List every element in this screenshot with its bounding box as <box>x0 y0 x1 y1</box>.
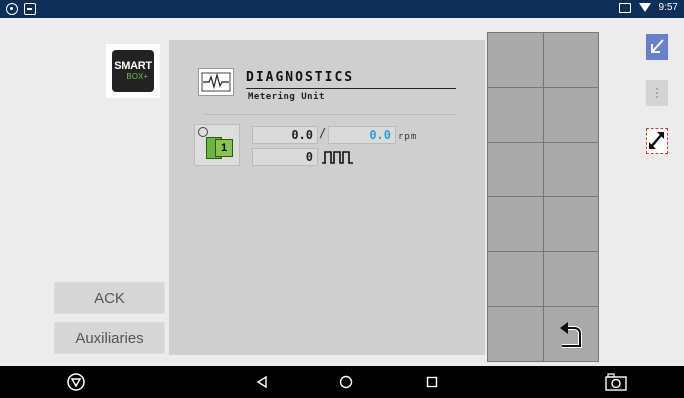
power-button[interactable] <box>64 366 88 398</box>
smartbox-logo: SMART BOX+ <box>106 44 160 98</box>
nav-home-icon <box>339 375 353 389</box>
rpm-unit: rpm <box>398 132 418 142</box>
unit-number: 1 <box>215 139 233 157</box>
softkey[interactable] <box>543 197 598 252</box>
nav-home-button[interactable] <box>336 366 356 398</box>
back-softkey[interactable] <box>543 307 598 361</box>
softkey[interactable] <box>543 252 598 307</box>
back-return-icon <box>559 322 582 349</box>
page-title: DIAGNOSTICS <box>246 70 355 85</box>
ack-button[interactable]: ACK <box>54 282 165 314</box>
softkey[interactable] <box>543 33 598 87</box>
softkey-grid <box>487 32 599 362</box>
rpm-separator: / <box>319 126 327 140</box>
softkey[interactable] <box>488 197 543 252</box>
actual-rpm-value: 0.0 <box>252 126 318 144</box>
nav-back-button[interactable] <box>252 366 272 398</box>
wifi-icon <box>638 3 651 12</box>
softkey[interactable] <box>488 87 543 142</box>
screenshot-button[interactable] <box>604 366 628 398</box>
minimize-arrow-icon <box>651 39 664 53</box>
screenshot-icon <box>605 373 627 391</box>
section-divider <box>204 114 456 115</box>
status-bar: 9:57 <box>0 0 684 18</box>
power-icon <box>67 373 85 391</box>
logo-subtext: BOX+ <box>126 72 148 81</box>
auxiliaries-button[interactable]: Auxiliaries <box>54 322 165 354</box>
nav-recents-icon <box>426 376 438 388</box>
fullscreen-toggle-icon <box>649 132 664 149</box>
minimize-button[interactable] <box>646 34 668 60</box>
pulse-count-value: 0 <box>252 148 318 166</box>
nav-back-icon <box>256 376 267 388</box>
softkey[interactable] <box>488 307 543 361</box>
clock: 9:57 <box>658 2 678 13</box>
target-rpm-value: 0.0 <box>328 126 396 144</box>
notification-icon <box>24 3 36 15</box>
nav-recents-button[interactable] <box>422 366 442 398</box>
softkey[interactable] <box>488 33 543 87</box>
title-divider <box>246 88 456 89</box>
logo-text: SMART <box>114 60 152 72</box>
more-menu-button[interactable] <box>646 80 668 106</box>
metering-unit-icon[interactable]: 1 <box>194 124 240 166</box>
softkey[interactable] <box>543 87 598 142</box>
fullscreen-toggle-button[interactable] <box>646 128 668 154</box>
magnifier-icon <box>198 127 208 137</box>
softkey[interactable] <box>488 142 543 197</box>
pulse-icon <box>322 150 354 169</box>
page-subtitle: Metering Unit <box>248 92 325 102</box>
navigation-bar <box>0 366 684 398</box>
cast-icon <box>618 2 631 13</box>
more-menu-icon <box>656 88 658 90</box>
eye-icon <box>6 3 18 15</box>
softkey[interactable] <box>543 142 598 197</box>
softkey[interactable] <box>488 252 543 307</box>
diagnostics-waveform-icon <box>198 68 234 96</box>
